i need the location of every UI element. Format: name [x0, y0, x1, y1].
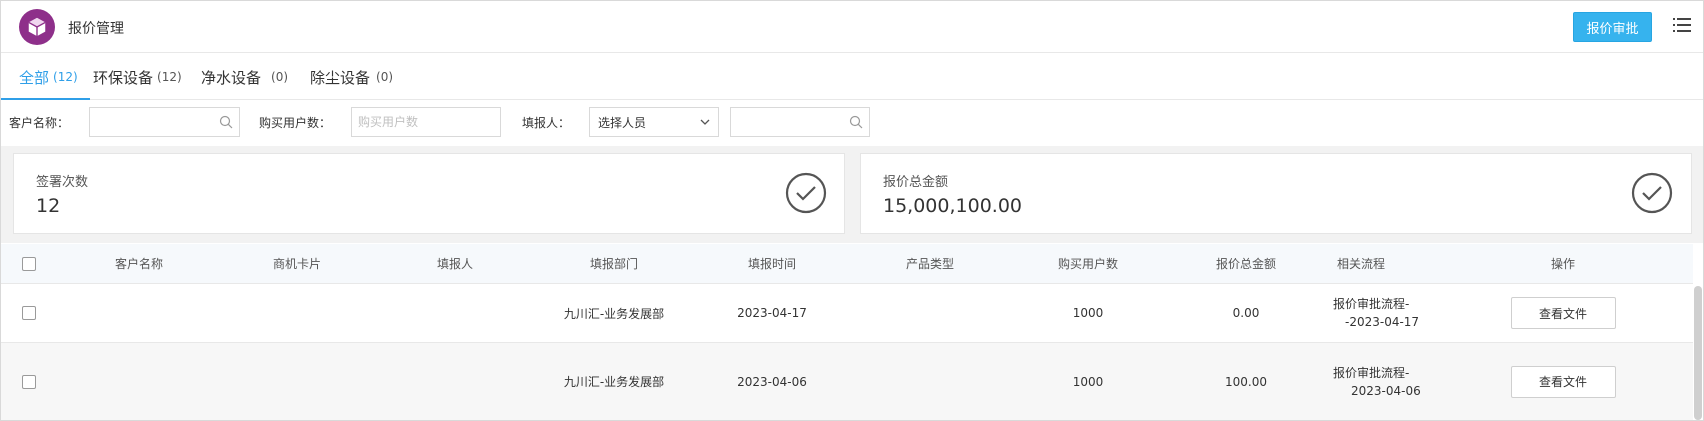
quote-management-window: 报价管理 报价审批 全部 (12) 环保设备 (12) 净水设备 (0) 除尘设… — [0, 0, 1704, 421]
column-header[interactable]: 客户名称 — [89, 244, 189, 283]
select-all-checkbox[interactable] — [22, 256, 36, 271]
row-select-cell — [21, 284, 37, 342]
time-cell: 2023-04-06 — [737, 374, 807, 389]
flow-name: 报价审批流程- — [1333, 365, 1410, 380]
total-amount-card: 报价总金额 15,000,100.00 — [860, 153, 1692, 234]
view-file-button[interactable]: 查看文件 — [1510, 365, 1616, 398]
tab-count: (12) — [53, 70, 78, 84]
reporter-select[interactable]: 选择人员 — [589, 107, 719, 137]
row-select-cell — [21, 343, 37, 420]
time-cell: 2023-04-17 — [737, 306, 807, 320]
card-cell — [247, 343, 347, 420]
customer-name-input[interactable] — [96, 108, 239, 136]
tab-all[interactable]: 全部 (12) — [19, 54, 78, 100]
buyers-cell: 1000 — [1072, 374, 1104, 389]
amount-cell: 100.00 — [1225, 374, 1267, 389]
tab-label: 环保设备 — [93, 68, 154, 87]
reporter-label: 填报人： — [522, 116, 571, 130]
chevron-down-icon — [700, 119, 710, 125]
cube-icon — [19, 9, 55, 45]
tab-count: (0) — [271, 70, 289, 84]
table-header: 客户名称 商机卡片 填报人 填报部门 填报时间 产品类型 购买用户数 报价总金额… — [1, 244, 1693, 284]
select-all-cell — [21, 244, 37, 283]
stat-label: 签署次数 — [36, 175, 89, 190]
product-cell — [880, 343, 980, 420]
table-row[interactable]: 九川汇-业务发展部 2023-04-06 1000 100.00 报价审批流程-… — [1, 343, 1693, 420]
buyers-cell: 1000 — [1072, 306, 1104, 320]
vertical-scrollbar[interactable] — [1694, 286, 1702, 420]
search-icon[interactable] — [219, 115, 233, 129]
sign-count-card: 签署次数 12 — [13, 153, 845, 234]
flow-cell[interactable]: 报价审批流程- 2023-04-06 — [1333, 343, 1453, 420]
column-header[interactable]: 填报人 — [405, 244, 505, 283]
column-header[interactable]: 填报时间 — [722, 244, 822, 283]
active-tab-indicator — [1, 98, 90, 100]
tab-label: 除尘设备 — [310, 68, 371, 87]
tab-label: 全部 — [19, 68, 50, 87]
quote-approval-button[interactable]: 报价审批 — [1573, 12, 1652, 42]
product-cell — [880, 284, 980, 342]
row-checkbox[interactable] — [22, 374, 36, 389]
dept-cell: 九川汇-业务发展部 — [563, 375, 665, 389]
customer-cell — [89, 284, 189, 342]
list-menu-icon[interactable] — [1673, 17, 1691, 33]
tab-count: (12) — [157, 70, 182, 84]
table-row[interactable]: 九川汇-业务发展部 2023-04-17 1000 0.00 报价审批流程- -… — [1, 284, 1693, 343]
tab-water-equipment[interactable]: 净水设备 (0) — [201, 54, 288, 100]
buyer-count-label: 购买用户数： — [259, 116, 332, 130]
column-header[interactable]: 操作 — [1510, 244, 1616, 283]
column-header[interactable]: 商机卡片 — [247, 244, 347, 283]
buyer-count-input[interactable] — [358, 108, 500, 136]
column-header[interactable]: 产品类型 — [880, 244, 980, 283]
tab-dust-equipment[interactable]: 除尘设备 (0) — [310, 54, 393, 100]
tab-label: 净水设备 — [201, 68, 262, 87]
card-cell — [247, 284, 347, 342]
reporter-cell — [405, 343, 505, 420]
row-checkbox[interactable] — [22, 306, 36, 320]
column-header[interactable]: 购买用户数 — [1038, 244, 1138, 283]
column-header[interactable]: 填报部门 — [564, 244, 664, 283]
customer-name-search[interactable] — [89, 107, 240, 137]
action-cell: 查看文件 — [1510, 284, 1616, 342]
flow-date: -2023-04-17 — [1345, 315, 1420, 329]
stat-label: 报价总金额 — [883, 175, 949, 190]
customer-cell — [89, 343, 189, 420]
flow-cell[interactable]: 报价审批流程- -2023-04-17 — [1333, 284, 1453, 342]
column-header[interactable]: 相关流程 — [1337, 244, 1397, 283]
page-title: 报价管理 — [68, 21, 124, 37]
amount-cell: 0.00 — [1232, 306, 1260, 320]
view-file-button[interactable]: 查看文件 — [1510, 297, 1616, 329]
flow-date: 2023-04-06 — [1351, 383, 1421, 398]
stat-value: 15,000,100.00 — [883, 195, 1023, 217]
check-circle-icon — [1631, 172, 1673, 214]
dept-cell: 九川汇-业务发展部 — [563, 306, 665, 321]
flow-name: 报价审批流程- — [1333, 297, 1410, 311]
search-icon[interactable] — [849, 115, 863, 129]
reporter-select-value: 选择人员 — [598, 115, 647, 130]
quote-table: 客户名称 商机卡片 填报人 填报部门 填报时间 产品类型 购买用户数 报价总金额… — [1, 244, 1693, 420]
tab-environmental-equipment[interactable]: 环保设备 (12) — [93, 54, 182, 100]
action-cell: 查看文件 — [1510, 343, 1616, 420]
check-circle-icon — [785, 172, 827, 214]
tab-count: (0) — [376, 70, 394, 84]
stat-value: 12 — [36, 195, 61, 217]
customer-name-label: 客户名称： — [9, 116, 70, 130]
category-tabs: 全部 (12) 环保设备 (12) 净水设备 (0) 除尘设备 (0) — [1, 54, 1703, 100]
reporter-search[interactable] — [730, 107, 870, 137]
header-bar: 报价管理 报价审批 — [1, 1, 1703, 53]
column-header[interactable]: 报价总金额 — [1196, 244, 1296, 283]
reporter-cell — [405, 284, 505, 342]
buyer-count-field[interactable] — [351, 107, 501, 137]
